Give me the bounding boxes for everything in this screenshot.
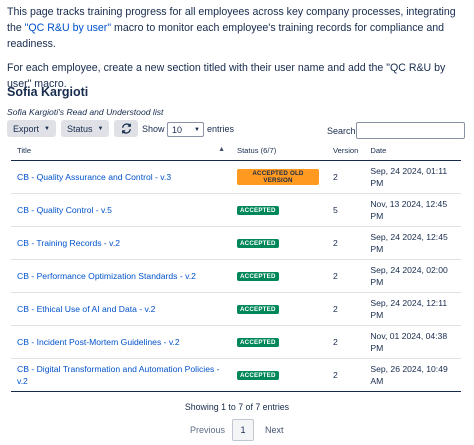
macro-link[interactable]: "QC R&U by user" [25, 22, 111, 34]
row-status-cell: ACCEPTED [231, 292, 327, 326]
search-label: Search: [327, 126, 359, 136]
row-title-link[interactable]: CB - Training Records - v.2 [17, 237, 120, 249]
row-status-cell: ACCEPTED [231, 193, 327, 227]
status-badge: ACCEPTED [237, 371, 279, 380]
chevron-down-icon: ▼ [44, 125, 50, 132]
row-title-link[interactable]: CB - Quality Control - v.5 [17, 204, 112, 216]
row-title-cell: CB - Incident Post-Mortem Guidelines - v… [11, 325, 231, 359]
row-title-cell: CB - Training Records - v.2 [11, 226, 231, 260]
row-title-link[interactable]: CB - Performance Optimization Standards … [17, 270, 196, 282]
row-status-cell: ACCEPTED [231, 226, 327, 260]
row-title-cell: CB - Digital Transformation and Automati… [11, 358, 231, 392]
sort-ascending-icon: ▲ [218, 146, 225, 154]
table-row: CB - Performance Optimization Standards … [11, 259, 461, 293]
row-status-cell: ACCEPTED OLD VERSION [231, 160, 327, 194]
table-toolbar: Export ▼ Status ▼ Show 10 ▼ entries Sear… [7, 120, 467, 140]
row-status-cell: ACCEPTED [231, 259, 327, 293]
column-header-title[interactable]: Title ▲ [11, 142, 231, 161]
export-label: Export [13, 123, 40, 134]
status-badge: ACCEPTED [237, 338, 279, 347]
row-title-cell: CB - Ethical Use of AI and Data - v.2 [11, 292, 231, 326]
row-version-cell: 2 [327, 358, 365, 392]
page-size-select[interactable]: 10 ▼ [167, 122, 204, 137]
table-row: CB - Quality Control - v.5 ACCEPTED 5 Nov, … [11, 193, 461, 227]
table-row: CB - Incident Post-Mortem Guidelines - v… [11, 325, 461, 359]
column-header-date[interactable]: Date [364, 142, 461, 161]
row-date-cell: Sep, 24 2024, 12:45 PM [364, 226, 461, 260]
search-input[interactable] [356, 122, 465, 139]
row-version-cell: 5 [327, 193, 365, 227]
table-header-row: Title ▲ Status (6/7) Version Date [11, 142, 461, 161]
next-page-button[interactable]: Next [265, 425, 284, 435]
refresh-button[interactable] [114, 120, 138, 137]
row-title-link[interactable]: CB - Incident Post-Mortem Guidelines - v… [17, 336, 180, 348]
row-version-cell: 2 [327, 259, 365, 293]
chevron-down-icon: ▼ [97, 125, 104, 132]
row-status-cell: ACCEPTED [231, 325, 327, 359]
row-title-cell: CB - Quality Assurance and Control - v.3 [11, 160, 231, 194]
status-badge: ACCEPTED [237, 206, 279, 215]
intro-paragraph-1: This page tracks training progress for a… [7, 4, 469, 52]
row-date-cell: Nov, 13 2024, 12:45 PM [364, 193, 461, 227]
row-date-cell: Nov, 01 2024, 04:38 PM [364, 325, 461, 359]
status-badge: ACCEPTED [237, 272, 279, 281]
status-badge: ACCEPTED [237, 239, 279, 248]
row-date-cell: Sep, 26 2024, 10:49 AM [364, 358, 461, 392]
row-title-link[interactable]: CB - Quality Assurance and Control - v.3 [17, 171, 171, 183]
previous-page-button[interactable]: Previous [190, 425, 225, 435]
status-label: Status [67, 123, 93, 134]
page-1-button[interactable]: 1 [232, 419, 254, 441]
row-status-cell: ACCEPTED [231, 358, 327, 392]
show-label: Show [142, 124, 165, 134]
read-and-understood-table: Title ▲ Status (6/7) Version Date CB - Q… [11, 142, 461, 392]
list-caption: Sofia Kargioti's Read and Understood lis… [7, 107, 164, 117]
table-info: Showing 1 to 7 of 7 entries [184, 402, 290, 412]
column-header-status[interactable]: Status (6/7) [231, 142, 327, 161]
refresh-icon [121, 123, 131, 134]
row-version-cell: 2 [327, 160, 365, 194]
table-row: CB - Training Records - v.2 ACCEPTED 2 Sep,… [11, 226, 461, 260]
row-date-cell: Sep, 24 2024, 01:11 PM [364, 160, 461, 194]
status-filter-button[interactable]: Status ▼ [61, 120, 109, 137]
row-version-cell: 2 [327, 292, 365, 326]
row-version-cell: 2 [327, 325, 365, 359]
row-title-cell: CB - Performance Optimization Standards … [11, 259, 231, 293]
row-date-cell: Sep, 24 2024, 12:11 PM [364, 292, 461, 326]
pagination: Previous 1 Next [0, 418, 474, 445]
chevron-down-icon: ▼ [194, 127, 200, 133]
table-row: CB - Quality Assurance and Control - v.3… [11, 160, 461, 194]
row-title-link[interactable]: CB - Ethical Use of AI and Data - v.2 [17, 303, 155, 315]
table-row: CB - Digital Transformation and Automati… [11, 358, 461, 392]
row-title-link[interactable]: CB - Digital Transformation and Automati… [17, 363, 225, 387]
user-section-heading: Sofia Kargioti [7, 85, 89, 99]
export-button[interactable]: Export ▼ [7, 120, 56, 137]
table-row: CB - Ethical Use of AI and Data - v.2 ACC… [11, 292, 461, 326]
status-badge: ACCEPTED [237, 305, 279, 314]
row-title-cell: CB - Quality Control - v.5 [11, 193, 231, 227]
page-size-value: 10 [172, 124, 183, 135]
entries-label: entries [207, 124, 235, 134]
column-header-version[interactable]: Version [327, 142, 365, 161]
status-badge: ACCEPTED OLD VERSION [237, 168, 319, 185]
row-version-cell: 2 [327, 226, 365, 260]
row-date-cell: Sep, 24 2024, 02:00 PM [364, 259, 461, 293]
